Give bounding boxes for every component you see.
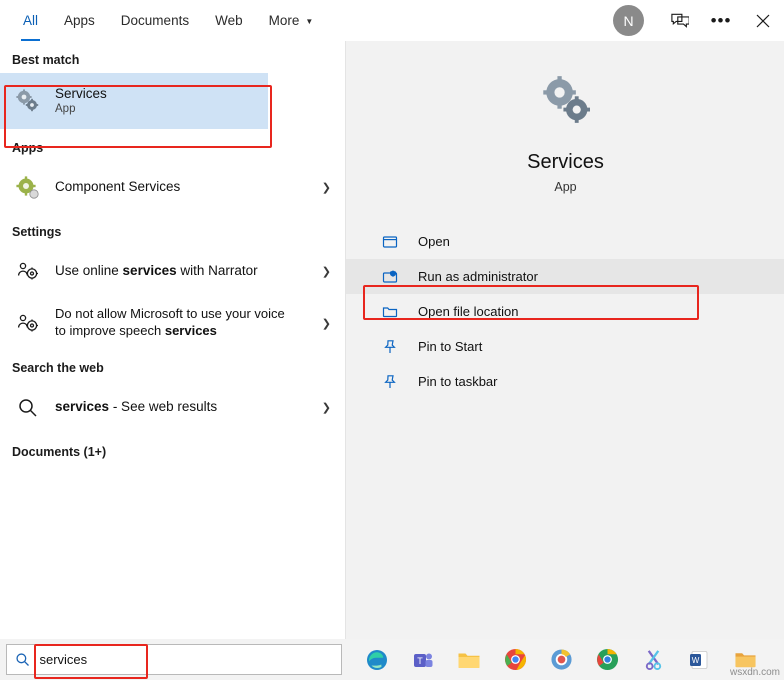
avatar[interactable]: N xyxy=(613,5,644,36)
action-label: Open file location xyxy=(418,304,519,319)
open-window-icon xyxy=(382,234,406,250)
chevron-right-icon[interactable]: ❯ xyxy=(322,317,331,330)
watermark: wsxdn.com xyxy=(729,667,780,678)
edge-icon[interactable] xyxy=(364,647,390,673)
result-title: Do not allow Microsoft to use your voice… xyxy=(55,306,285,338)
action-label: Open xyxy=(418,234,450,249)
top-right-controls: N ••• xyxy=(613,0,784,41)
result-component-services[interactable]: Component Services ❯ xyxy=(0,161,345,213)
tab-documents[interactable]: Documents xyxy=(108,0,202,41)
app-title: Services xyxy=(527,151,604,173)
top-tabbar: All Apps Documents Web More ▼ N ••• xyxy=(0,0,784,41)
tab-list: All Apps Documents Web More ▼ xyxy=(0,0,326,41)
chevron-down-icon: ▼ xyxy=(305,17,314,26)
result-text: Services App xyxy=(55,85,107,117)
chevron-right-icon[interactable]: ❯ xyxy=(322,181,331,194)
taskbar: T xyxy=(0,639,784,680)
search-input[interactable] xyxy=(37,651,341,668)
tab-web[interactable]: Web xyxy=(202,0,256,41)
action-pin-to-taskbar[interactable]: Pin to taskbar xyxy=(346,364,784,399)
result-text: Use online services with Narrator xyxy=(55,262,258,279)
svg-text:W: W xyxy=(692,656,700,665)
component-services-icon xyxy=(12,172,42,202)
action-pin-to-start[interactable]: Pin to Start xyxy=(346,329,784,364)
result-title: services - See web results xyxy=(55,399,218,415)
action-open-file-location[interactable]: Open file location xyxy=(346,294,784,329)
result-web-services[interactable]: services - See web results ❯ xyxy=(0,381,345,433)
ellipsis-icon[interactable]: ••• xyxy=(700,0,742,41)
action-run-as-administrator[interactable]: Run as administrator xyxy=(346,259,784,294)
word-icon[interactable]: W xyxy=(686,647,712,673)
close-icon[interactable] xyxy=(742,0,784,41)
app-hero: Services App xyxy=(346,41,784,194)
services-gears-icon xyxy=(534,69,598,133)
action-label: Run as administrator xyxy=(418,269,538,284)
result-title: Use online services with Narrator xyxy=(55,263,258,279)
shield-run-icon xyxy=(382,269,406,285)
pin-icon xyxy=(382,339,406,355)
action-label: Pin to Start xyxy=(418,339,483,354)
chevron-right-icon[interactable]: ❯ xyxy=(322,265,331,278)
result-best-match-services[interactable]: Services App xyxy=(0,73,268,129)
taskbar-search[interactable] xyxy=(6,644,342,675)
tab-more-label: More xyxy=(268,13,300,28)
action-label: Pin to taskbar xyxy=(418,374,498,389)
section-heading-apps: Apps xyxy=(12,141,44,155)
tab-all[interactable]: All xyxy=(10,0,51,41)
search-icon xyxy=(12,392,42,422)
folder-icon xyxy=(382,304,406,320)
result-setting-voice[interactable]: Do not allow Microsoft to use your voice… xyxy=(0,297,345,349)
tab-apps-label: Apps xyxy=(64,13,95,28)
search-flyout: All Apps Documents Web More ▼ N ••• Best… xyxy=(0,0,784,680)
result-setting-narrator[interactable]: Use online services with Narrator ❯ xyxy=(0,245,345,297)
action-open[interactable]: Open xyxy=(346,224,784,259)
chrome-icon[interactable] xyxy=(502,647,528,673)
app-actions: Open Run as administrator Open file loca… xyxy=(346,224,784,399)
file-explorer-icon[interactable] xyxy=(456,647,482,673)
snip-sketch-icon[interactable] xyxy=(640,647,666,673)
avatar-initial: N xyxy=(623,12,634,29)
result-text: services - See web results xyxy=(55,398,217,415)
search-icon xyxy=(7,652,37,667)
settings-gear-people-icon xyxy=(12,256,42,286)
section-heading-best-match: Best match xyxy=(12,53,80,67)
result-text: Do not allow Microsoft to use your voice… xyxy=(55,306,287,339)
pin-icon xyxy=(382,374,406,390)
tab-all-label: All xyxy=(23,13,39,28)
result-text: Component Services xyxy=(55,178,180,195)
result-title: Services xyxy=(55,86,107,101)
teams-icon[interactable]: T xyxy=(410,647,436,673)
tab-more[interactable]: More ▼ xyxy=(256,0,327,41)
services-gears-icon xyxy=(12,86,42,116)
app-subtitle: App xyxy=(554,180,577,194)
settings-gear-people-icon xyxy=(12,308,42,338)
chevron-right-icon[interactable]: ❯ xyxy=(322,401,331,414)
result-title: Component Services xyxy=(55,179,181,195)
tab-documents-label: Documents xyxy=(120,13,190,28)
section-heading-settings: Settings xyxy=(12,225,62,239)
section-heading-documents: Documents (1+) xyxy=(12,445,107,459)
tab-web-label: Web xyxy=(215,13,243,28)
feedback-icon[interactable] xyxy=(658,0,700,41)
chrome-canary-icon[interactable] xyxy=(594,647,620,673)
result-subtitle: App xyxy=(55,103,76,116)
browser-multicolor-icon[interactable] xyxy=(548,647,574,673)
tab-apps[interactable]: Apps xyxy=(51,0,108,41)
taskbar-apps: T W xyxy=(364,647,758,673)
svg-text:T: T xyxy=(417,656,423,666)
section-heading-search-the-web: Search the web xyxy=(12,361,104,375)
app-detail-pane: Services App Open Run as administrator O… xyxy=(345,41,784,639)
results-pane: Best match Services App Apps Component S… xyxy=(0,41,345,639)
